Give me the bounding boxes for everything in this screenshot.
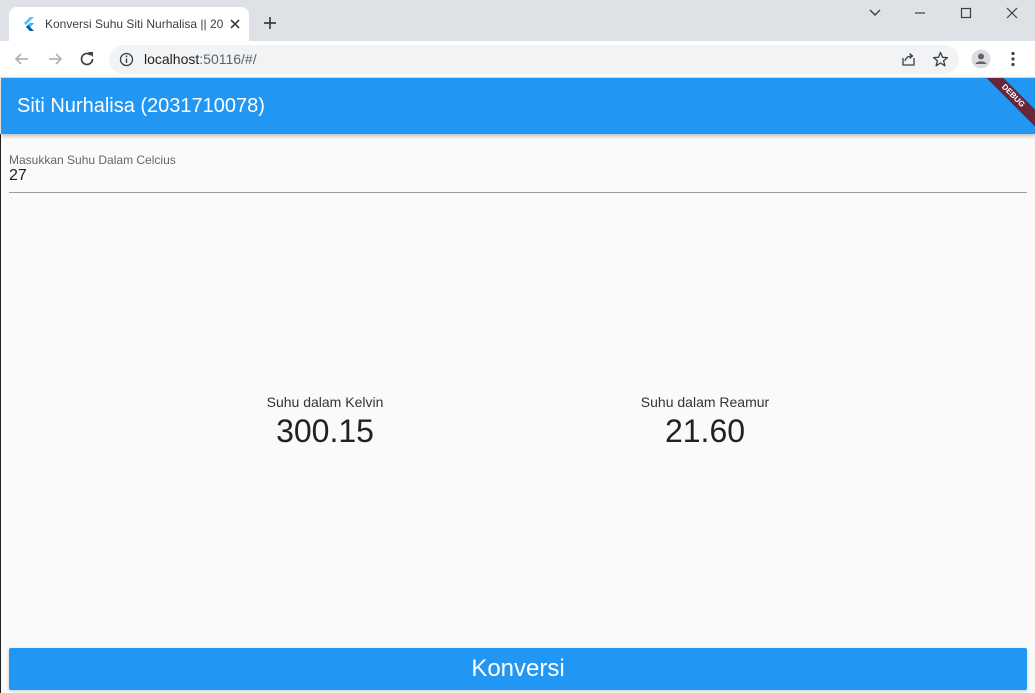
url-text: localhost:50116/#/	[144, 52, 257, 67]
menu-kebab-icon[interactable]	[1003, 49, 1023, 69]
tab-search-icon[interactable]	[864, 4, 886, 22]
back-icon[interactable]	[12, 49, 32, 69]
convert-button[interactable]: Konversi	[9, 648, 1027, 690]
url-path: :50116/#/	[199, 51, 257, 67]
close-window-icon[interactable]	[1001, 4, 1023, 22]
page-title: Siti Nurhalisa (2031710078)	[17, 95, 265, 117]
reamur-value: 21.60	[664, 413, 746, 449]
celsius-input-field[interactable]: Masukkan Suhu Dalam Celcius 27	[9, 150, 1027, 193]
maximize-icon[interactable]	[955, 4, 977, 22]
profile-icon[interactable]	[971, 49, 991, 69]
flutter-icon	[24, 17, 34, 31]
celsius-input-value[interactable]: 27	[9, 167, 27, 185]
browser-toolbar: localhost:50116/#/	[0, 41, 1035, 78]
url-host: localhost	[144, 51, 200, 67]
app-bar: Siti Nurhalisa (2031710078)	[1, 78, 1035, 134]
tab-title: Konversi Suhu Siti Nurhalisa || 20	[45, 17, 223, 31]
reload-icon[interactable]	[77, 49, 97, 69]
celsius-input-label: Masukkan Suhu Dalam Celcius	[9, 153, 176, 167]
close-tab-icon[interactable]	[226, 15, 244, 33]
address-bar[interactable]: localhost:50116/#/	[109, 45, 959, 74]
site-info-icon[interactable]	[119, 52, 134, 67]
kelvin-result: Suhu dalam Kelvin 300.15	[205, 393, 445, 450]
forward-icon[interactable]	[45, 49, 65, 69]
share-icon[interactable]	[900, 51, 917, 68]
new-tab-icon[interactable]	[261, 14, 279, 32]
kelvin-value: 300.15	[276, 413, 374, 449]
kelvin-label: Suhu dalam Kelvin	[266, 394, 384, 410]
reamur-result: Suhu dalam Reamur 21.60	[585, 393, 825, 450]
browser-tab[interactable]: Konversi Suhu Siti Nurhalisa || 20	[9, 7, 249, 41]
debug-label: DEBUG	[973, 78, 1035, 136]
minimize-icon[interactable]	[909, 4, 931, 22]
reamur-label: Suhu dalam Reamur	[640, 394, 770, 410]
bookmark-star-icon[interactable]	[932, 51, 949, 68]
window-edge	[0, 134, 1, 693]
browser-tabstrip: Konversi Suhu Siti Nurhalisa || 20	[0, 0, 1035, 41]
debug-banner: DEBUG	[968, 78, 1035, 138]
